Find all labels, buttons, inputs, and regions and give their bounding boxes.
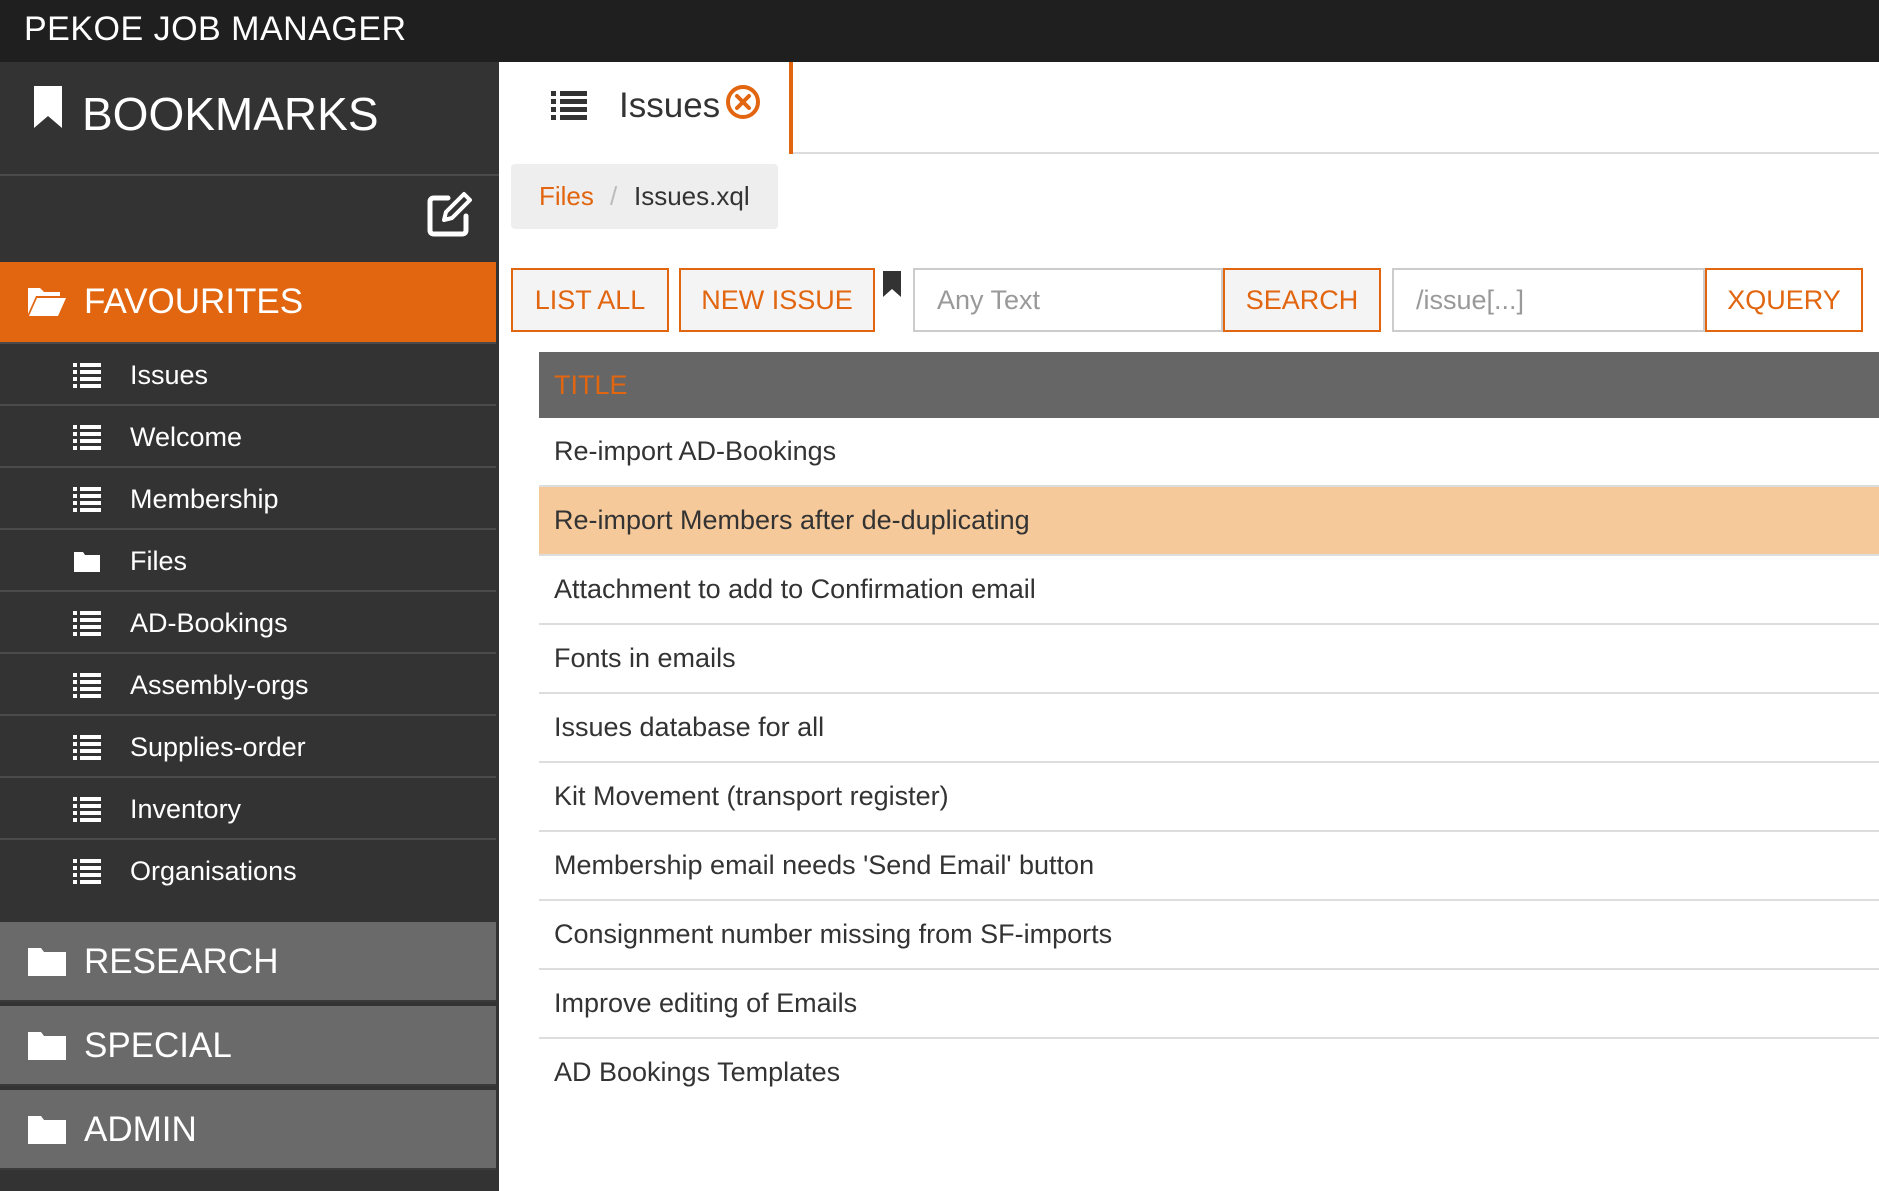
search-button[interactable]: SEARCH bbox=[1223, 268, 1381, 332]
sidebar-item-ad-bookings[interactable]: AD-Bookings bbox=[0, 590, 496, 652]
group-label-favourites: FAVOURITES bbox=[84, 282, 304, 321]
app-title: PEKOE JOB MANAGER bbox=[24, 10, 407, 48]
close-icon[interactable] bbox=[725, 84, 761, 120]
table-row[interactable]: Attachment to add to Confirmation email bbox=[539, 556, 1879, 625]
group-research[interactable]: RESEARCH bbox=[0, 922, 496, 1002]
xquery-input[interactable]: /issue[...] bbox=[1392, 268, 1705, 332]
table-row-selected[interactable]: Re-import Members after de-duplicating bbox=[539, 487, 1879, 556]
list-all-button[interactable]: LIST ALL bbox=[511, 268, 669, 332]
group-admin[interactable]: ADMIN bbox=[0, 1090, 496, 1170]
group-favourites[interactable]: FAVOURITES bbox=[0, 262, 496, 342]
sidebar-item-issues[interactable]: Issues bbox=[0, 342, 496, 404]
sidebar-item-label: Supplies-order bbox=[130, 732, 306, 762]
xquery-button[interactable]: XQUERY bbox=[1705, 268, 1863, 332]
list-icon bbox=[73, 611, 101, 636]
sidebar-item-label: Welcome bbox=[130, 422, 243, 452]
issues-table: TITLE Re-import AD-Bookings Re-import Me… bbox=[539, 352, 1879, 1108]
edit-icon[interactable] bbox=[424, 190, 474, 240]
sidebar-item-label: AD-Bookings bbox=[130, 608, 288, 638]
table-row[interactable]: Fonts in emails bbox=[539, 625, 1879, 694]
table-row[interactable]: Improve editing of Emails bbox=[539, 970, 1879, 1039]
group-label-admin: ADMIN bbox=[84, 1110, 197, 1149]
breadcrumb-current: Issues.xql bbox=[634, 181, 750, 211]
list-icon bbox=[73, 859, 101, 884]
column-header-title[interactable]: TITLE bbox=[539, 352, 1879, 418]
list-icon bbox=[73, 487, 101, 512]
sidebar-item-membership[interactable]: Membership bbox=[0, 466, 496, 528]
list-icon bbox=[551, 91, 587, 120]
sidebar-item-label: Issues bbox=[130, 360, 209, 390]
sidebar-item-files[interactable]: Files bbox=[0, 528, 496, 590]
bookmarks-header: BOOKMARKS bbox=[0, 62, 499, 176]
table-row[interactable]: Consignment number missing from SF-impor… bbox=[539, 901, 1879, 970]
bookmark-icon bbox=[34, 86, 62, 128]
favourites-list: Issues Welcome Membership Files AD-Booki… bbox=[0, 342, 496, 900]
sidebar-item-label: Files bbox=[130, 546, 188, 576]
table-row[interactable]: Kit Movement (transport register) bbox=[539, 763, 1879, 832]
folder-icon bbox=[28, 1032, 66, 1060]
breadcrumb: Files / Issues.xql bbox=[511, 164, 778, 229]
sidebar-item-supplies-order[interactable]: Supplies-order bbox=[0, 714, 496, 776]
sidebar-item-inventory[interactable]: Inventory bbox=[0, 776, 496, 838]
breadcrumb-files-link[interactable]: Files bbox=[539, 181, 594, 212]
sidebar-item-organisations[interactable]: Organisations bbox=[0, 838, 496, 900]
folder-icon bbox=[28, 948, 66, 976]
search-input[interactable]: Any Text bbox=[913, 268, 1223, 332]
list-icon bbox=[73, 425, 101, 450]
table-row[interactable]: Re-import AD-Bookings bbox=[539, 418, 1879, 487]
sidebar: BOOKMARKS FAVOURITES Issues Welcome Memb… bbox=[0, 62, 499, 1191]
folder-icon bbox=[74, 552, 100, 572]
sidebar-item-label: Organisations bbox=[130, 856, 297, 886]
list-icon bbox=[73, 363, 101, 388]
sidebar-item-assembly-orgs[interactable]: Assembly-orgs bbox=[0, 652, 496, 714]
group-special[interactable]: SPECIAL bbox=[0, 1006, 496, 1086]
breadcrumb-separator: / bbox=[610, 181, 618, 211]
sidebar-item-welcome[interactable]: Welcome bbox=[0, 404, 496, 466]
sidebar-item-label: Membership bbox=[130, 484, 279, 514]
list-icon bbox=[73, 735, 101, 760]
bookmark-icon[interactable] bbox=[882, 270, 902, 298]
sidebar-item-label: Assembly-orgs bbox=[130, 670, 309, 700]
list-icon bbox=[73, 797, 101, 822]
tab-issues[interactable]: Issues bbox=[499, 62, 793, 154]
group-label-research: RESEARCH bbox=[84, 942, 279, 981]
tab-bar: Issues bbox=[499, 62, 1879, 154]
top-bar: PEKOE JOB MANAGER bbox=[0, 0, 1879, 62]
folder-icon bbox=[28, 1116, 66, 1144]
table-row[interactable]: Issues database for all bbox=[539, 694, 1879, 763]
folder-open-icon bbox=[28, 288, 66, 316]
list-icon bbox=[73, 673, 101, 698]
tab-label: Issues bbox=[619, 86, 721, 125]
new-issue-button[interactable]: NEW ISSUE bbox=[679, 268, 875, 332]
sidebar-item-label: Inventory bbox=[130, 794, 242, 824]
group-label-special: SPECIAL bbox=[84, 1026, 232, 1065]
table-row[interactable]: AD Bookings Templates bbox=[539, 1039, 1879, 1108]
bookmarks-title: BOOKMARKS bbox=[82, 88, 379, 140]
table-row[interactable]: Membership email needs 'Send Email' butt… bbox=[539, 832, 1879, 901]
